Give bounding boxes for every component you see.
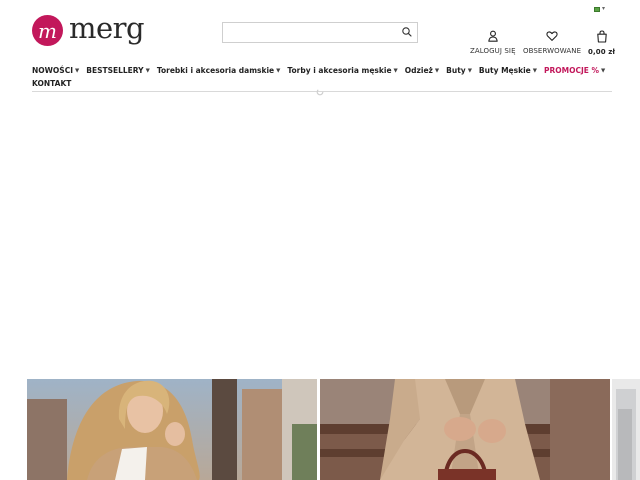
nav-item-label: BESTSELLERY [86, 66, 144, 75]
wishlist-label: OBSERWOWANE [523, 47, 582, 55]
language-switcher[interactable]: ▾ [594, 6, 605, 12]
promo-banner-left[interactable] [27, 379, 317, 480]
nav-item-kontakt[interactable]: KONTAKT [32, 79, 71, 88]
site-logo[interactable]: m merg [32, 11, 145, 46]
chevron-down-icon: ▼ [276, 67, 281, 74]
cart-total: 0,00 zł [588, 48, 616, 56]
logo-text: merg [69, 11, 145, 45]
nav-item-label: Torby i akcesoria męskie [287, 66, 392, 75]
promo-banner-partial[interactable] [612, 379, 640, 480]
nav-item-torebki-damskie[interactable]: Torebki i akcesoria damskie ▼ [157, 66, 281, 75]
chevron-down-icon: ▼ [75, 67, 80, 74]
search-icon[interactable] [401, 26, 413, 38]
chevron-down-icon: ▼ [601, 67, 606, 74]
chevron-down-icon: ▼ [434, 67, 440, 74]
nav-row-1: NOWOŚCI ▼ BESTSELLERY ▼ Torebki i akcesori… [32, 64, 612, 77]
nav-item-label: KONTAKT [32, 79, 72, 88]
woman-blonde-beige-coat-photo [27, 379, 317, 480]
cart-link[interactable]: 0,00 zł [588, 30, 615, 56]
logo-mark: m [32, 15, 63, 46]
nav-item-odziez[interactable]: Odzież ▼ [405, 66, 439, 75]
chevron-down-icon: ▼ [467, 67, 472, 74]
heart-icon [546, 31, 558, 41]
nav-item-label: NOWOŚCI [32, 66, 73, 75]
nav-item-label: PROMOCJE % [543, 66, 599, 75]
nav-item-nowosci[interactable]: NOWOŚCI ▼ [32, 66, 79, 75]
partial-banner-photo [612, 379, 640, 480]
bag-icon [596, 30, 607, 43]
search-input[interactable] [223, 26, 393, 46]
nav-item-bestsellery[interactable]: BESTSELLERY ▼ [86, 66, 150, 75]
nav-item-torby-meskie[interactable]: Torby i akcesoria męskie ▼ [287, 66, 397, 75]
chevron-down-icon: ▼ [532, 67, 537, 74]
nav-item-promocje[interactable]: PROMOCJE % ▼ [544, 66, 605, 75]
chevron-down-icon: ▾ [602, 5, 606, 12]
login-label: ZALOGUJ SIĘ [470, 47, 516, 55]
chevron-down-icon: ▼ [393, 67, 398, 74]
login-link[interactable]: ZALOGUJ SIĘ [470, 30, 516, 55]
main-nav: NOWOŚCI ▼ BESTSELLERY ▼ Torebki i akcesori… [32, 64, 612, 90]
search-bar [222, 22, 418, 46]
nav-item-label: Torebki i akcesoria damskie [156, 66, 275, 75]
nav-item-label: Buty Męskie [478, 66, 531, 75]
nav-item-buty-meskie[interactable]: Buty Męskie ▼ [479, 66, 537, 75]
nav-item-label: Buty [446, 66, 466, 75]
wishlist-link[interactable]: OBSERWOWANE [523, 30, 581, 55]
promo-banner-right[interactable] [320, 379, 610, 480]
chevron-down-icon: ▼ [145, 67, 150, 74]
nav-item-buty[interactable]: Buty ▼ [446, 66, 472, 75]
user-icon [488, 30, 498, 42]
loading-spinner-icon [316, 88, 324, 96]
flag-icon [594, 6, 600, 12]
nav-item-label: Odzież [404, 66, 433, 75]
beige-suit-handbag-photo [320, 379, 610, 480]
